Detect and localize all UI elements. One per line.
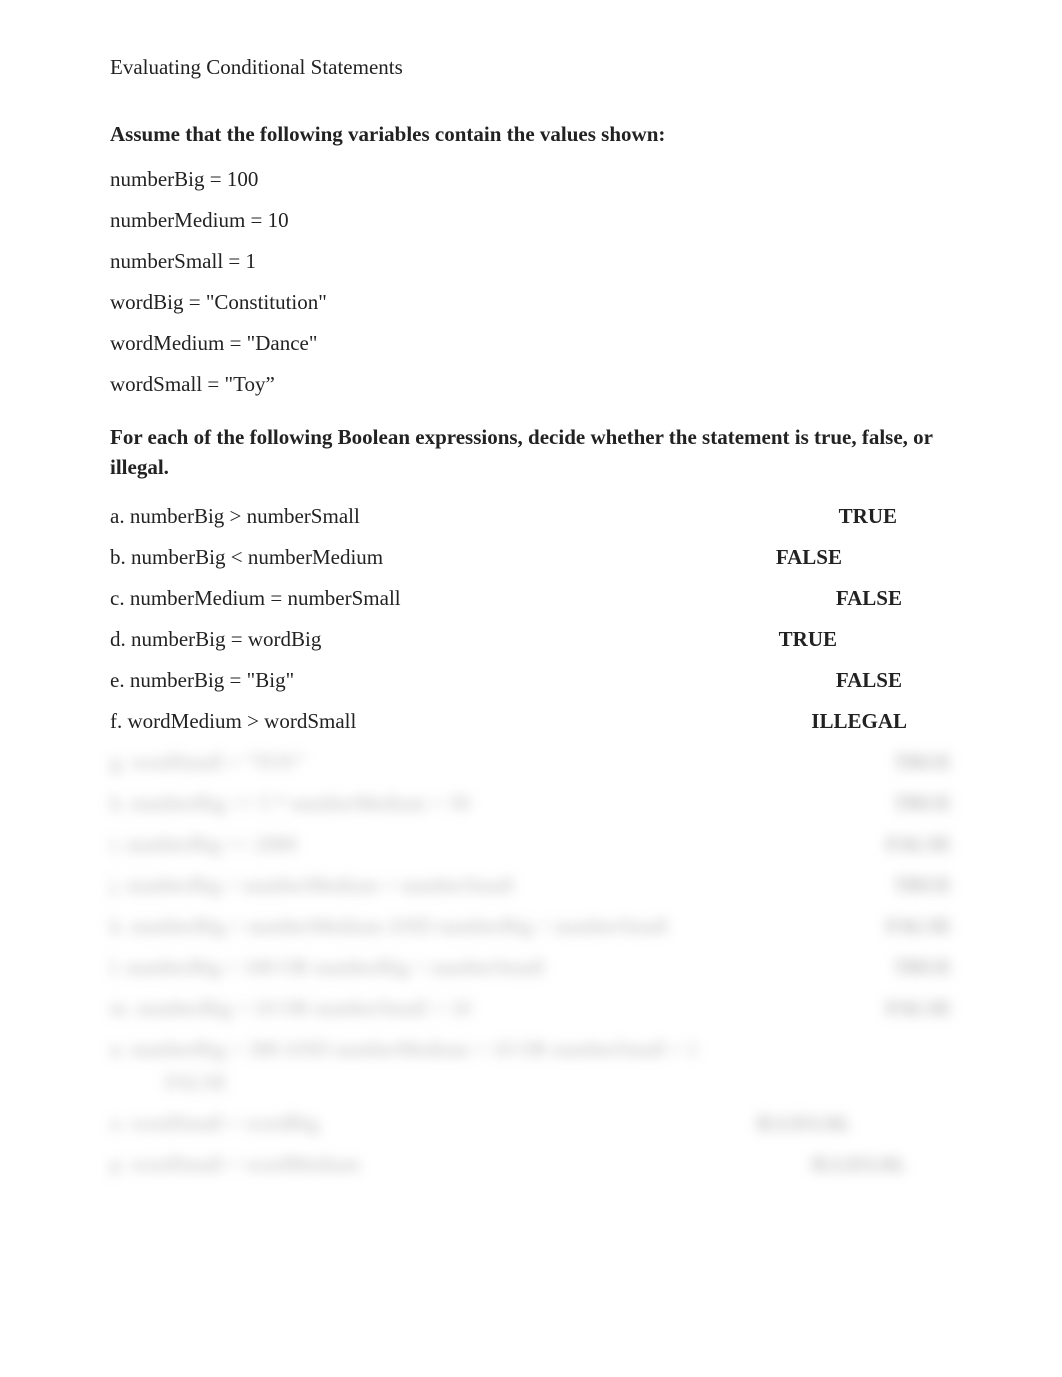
item-e-answer: FALSE <box>836 668 902 693</box>
item-m-answer: FALSE <box>886 996 952 1021</box>
item-a-question: a. numberBig > numberSmall <box>110 504 839 529</box>
item-o-answer: ILLEGAL <box>756 1111 852 1136</box>
item-e: e. numberBig = "Big" FALSE <box>110 668 952 693</box>
item-i: i. numberBig >= 2000 FALSE <box>110 832 952 857</box>
var-numberSmall: numberSmall = 1 <box>110 249 952 274</box>
item-c: c. numberMedium = numberSmall FALSE <box>110 586 952 611</box>
item-j: j. numberBig > numberMedium + numberSmal… <box>110 873 952 898</box>
item-h-answer: TRUE <box>894 791 952 816</box>
var-numberBig: numberBig = 100 <box>110 167 952 192</box>
item-k-question: k. numberBig > numberMedium AND numberBi… <box>110 914 886 939</box>
item-n: n. numberBig = 300 AND numberMedium = 10… <box>110 1037 952 1062</box>
item-c-question: c. numberMedium = numberSmall <box>110 586 836 611</box>
var-numberMedium: numberMedium = 10 <box>110 208 952 233</box>
item-a-answer: TRUE <box>839 504 897 529</box>
item-h: h. numberBig <= 5 * numberMedium + 50 TR… <box>110 791 952 816</box>
item-e-question: e. numberBig = "Big" <box>110 668 836 693</box>
var-wordBig: wordBig = "Constitution" <box>110 290 952 315</box>
item-i-question: i. numberBig >= 2000 <box>110 832 886 857</box>
var-wordSmall: wordSmall = "Toy” <box>110 372 952 397</box>
item-n-indent: FALSE <box>165 1070 952 1095</box>
item-b-answer: FALSE <box>776 545 842 570</box>
item-b: b. numberBig < numberMedium FALSE <box>110 545 952 570</box>
item-a: a. numberBig > numberSmall TRUE <box>110 504 952 529</box>
item-n-question: n. numberBig = 300 AND numberMedium = 10… <box>110 1037 952 1062</box>
item-p-question: p. wordSmall > wordMedium <box>110 1152 811 1177</box>
item-j-answer: TRUE <box>894 873 952 898</box>
item-d-question: d. numberBig = wordBig <box>110 627 779 652</box>
item-d-answer: TRUE <box>779 627 837 652</box>
assume-heading: Assume that the following variables cont… <box>110 120 952 149</box>
item-g-question: g. wordSmall = "TOY" <box>110 750 894 775</box>
item-p: p. wordSmall > wordMedium ILLEGAL <box>110 1152 952 1177</box>
var-wordMedium: wordMedium = "Dance" <box>110 331 952 356</box>
item-o-question: o. wordSmall > wordBig <box>110 1111 756 1136</box>
item-l-question: l. numberBig = 100 OR numberBig > number… <box>110 955 894 980</box>
item-b-question: b. numberBig < numberMedium <box>110 545 776 570</box>
item-m: m. numberBig < 10 OR numberSmall > 10 FA… <box>110 996 952 1021</box>
item-f-question: f. wordMedium > wordSmall <box>110 709 811 734</box>
item-k: k. numberBig > numberMedium AND numberBi… <box>110 914 952 939</box>
item-d: d. numberBig = wordBig TRUE <box>110 627 952 652</box>
item-n-indent-text: FALSE <box>165 1070 228 1094</box>
page-title: Evaluating Conditional Statements <box>110 55 952 80</box>
instructions: For each of the following Boolean expres… <box>110 423 952 482</box>
item-g-answer: TRUE <box>894 750 952 775</box>
item-f: f. wordMedium > wordSmall ILLEGAL <box>110 709 952 734</box>
item-l: l. numberBig = 100 OR numberBig > number… <box>110 955 952 980</box>
item-i-answer: FALSE <box>886 832 952 857</box>
item-o: o. wordSmall > wordBig ILLEGAL <box>110 1111 952 1136</box>
item-m-question: m. numberBig < 10 OR numberSmall > 10 <box>110 996 886 1021</box>
item-h-question: h. numberBig <= 5 * numberMedium + 50 <box>110 791 894 816</box>
item-c-answer: FALSE <box>836 586 902 611</box>
item-p-answer: ILLEGAL <box>811 1152 907 1177</box>
item-f-answer: ILLEGAL <box>811 709 907 734</box>
item-j-question: j. numberBig > numberMedium + numberSmal… <box>110 873 894 898</box>
item-k-answer: FALSE <box>886 914 952 939</box>
item-g: g. wordSmall = "TOY" TRUE <box>110 750 952 775</box>
item-l-answer: TRUE <box>894 955 952 980</box>
